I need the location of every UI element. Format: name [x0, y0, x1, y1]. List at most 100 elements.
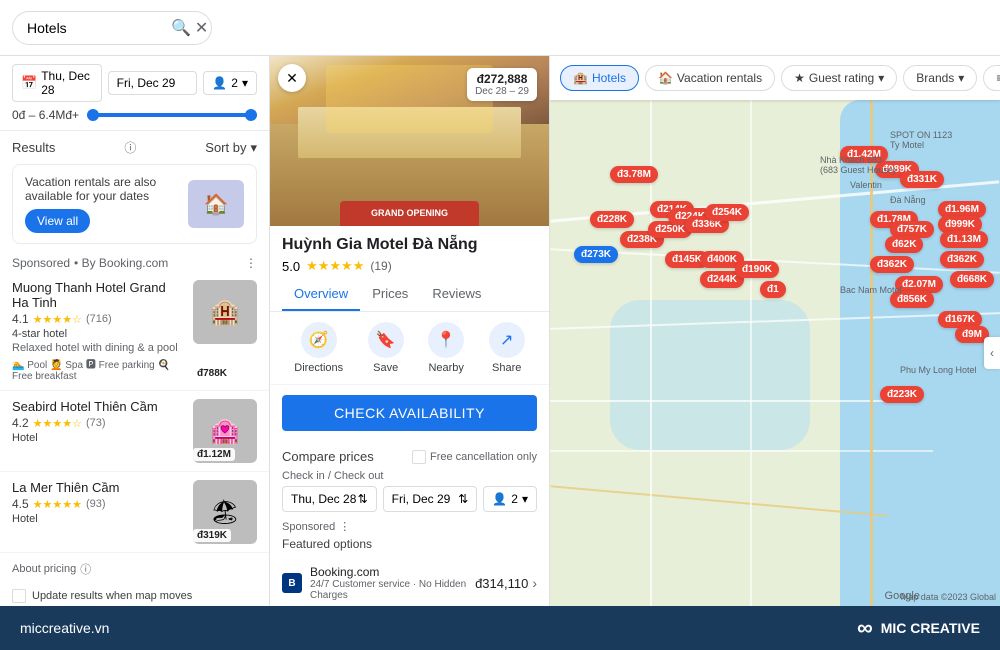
chip-guest-rating[interactable]: ★ Guest rating ▾ — [781, 65, 897, 91]
results-header: Results ⓘ Sort by ▾ — [0, 131, 269, 160]
mic-creative-logo-icon: ∞ — [857, 615, 873, 641]
map-area[interactable]: 🏨 Hotels 🏠 Vacation rentals ★ Guest rati… — [550, 56, 1000, 606]
check-in-picker[interactable]: 📅 Thu, Dec 28 — [12, 64, 102, 102]
search-icon-button[interactable]: 🔍 — [171, 18, 191, 38]
map-marker-25[interactable]: đ668K — [950, 271, 994, 288]
chip-hotels[interactable]: 🏨 Hotels — [560, 65, 639, 91]
price-range-label: 0đ – 6.4Mđ+ — [12, 108, 79, 122]
map-marker-29[interactable]: đ1 — [760, 281, 786, 298]
booking-option-0[interactable]: B Booking.com 24/7 Customer service · No… — [282, 557, 537, 606]
hotel-type-0: 4-star hotel — [12, 328, 185, 340]
compare-guests-input[interactable]: 👤 2 ▾ — [483, 486, 537, 512]
share-label: Share — [492, 362, 521, 374]
free-cancel-checkbox[interactable] — [412, 450, 426, 464]
hotel-rating-0: 4.1 — [12, 312, 29, 326]
tab-prices[interactable]: Prices — [360, 278, 420, 311]
hotel-info-1: Seabird Hotel Thiên Cầm 4.2 ★★★★☆ (73) H… — [12, 399, 185, 463]
update-results-text: Update results when map moves — [32, 590, 192, 602]
nearby-label: Nearby — [428, 362, 463, 374]
hotel-card-2[interactable]: La Mer Thiên Cầm 4.5 ★★★★★ (93) Hotel 🏖 … — [0, 472, 269, 553]
hotel-name-0: Muong Thanh Hotel Grand Ha Tinh — [12, 280, 185, 310]
nearby-action[interactable]: 📍 Nearby — [428, 322, 464, 374]
sponsored-by-text: • By Booking.com — [74, 256, 168, 270]
close-detail-button[interactable]: ✕ — [278, 64, 306, 92]
directions-label: Directions — [294, 362, 343, 374]
map-marker-0[interactable]: đ3.78M — [610, 166, 658, 183]
compare-checkin-input[interactable]: Thu, Dec 28 ⇅ — [282, 486, 377, 512]
chip-brands[interactable]: Brands ▾ — [903, 65, 977, 91]
map-canvas[interactable]: đ3.78Mđ214Kđ228Kđ238Kđ273Kđ250Kđ224Kđ336… — [550, 100, 1000, 606]
hotel-price-badge-2: đ319K — [193, 529, 231, 542]
price-slider-row: 0đ – 6.4Mđ+ — [12, 108, 257, 122]
check-availability-button[interactable]: CHECK AVAILABILITY — [282, 395, 537, 431]
update-results-checkbox[interactable] — [12, 589, 26, 603]
map-marker-30[interactable]: đ62K — [885, 236, 923, 253]
sponsored-text: Sponsored — [282, 521, 335, 533]
chip-vacation-rentals[interactable]: 🏠 Vacation rentals — [645, 65, 775, 91]
sponsored-text: Sponsored — [12, 256, 70, 270]
guests-count: 2 — [231, 76, 238, 90]
hotel-rating-row-0: 4.1 ★★★★☆ (716) — [12, 312, 185, 326]
tab-overview[interactable]: Overview — [282, 278, 360, 311]
save-icon: 🔖 — [368, 322, 404, 358]
detail-stars: ★★★★★ — [306, 258, 364, 274]
booking-logo-0: B — [282, 573, 302, 593]
map-marker-28[interactable]: đ223K — [880, 386, 924, 403]
map-filter-chips: 🏨 Hotels 🏠 Vacation rentals ★ Guest rati… — [550, 56, 1000, 100]
sort-by-button[interactable]: Sort by ▾ — [205, 140, 257, 156]
detail-tabs: Overview Prices Reviews — [270, 278, 549, 312]
slider-thumb-right[interactable] — [245, 109, 257, 121]
map-marker-24[interactable]: đ362K — [940, 251, 984, 268]
hotel-photo: GRAND OPENING đ272,888 Dec 28 – 29 ✕ — [270, 56, 549, 226]
map-marker-15[interactable]: đ331K — [900, 171, 944, 188]
save-action[interactable]: 🔖 Save — [368, 322, 404, 374]
tab-reviews[interactable]: Reviews — [420, 278, 493, 311]
guests-picker[interactable]: 👤 2 ▾ — [203, 71, 257, 95]
hotel-amenities-0: 🏊 Pool 💆 Spa 🅿 Free parking 🍳 Free break… — [12, 356, 185, 382]
featured-options-label: Featured options — [282, 537, 537, 551]
collapse-panel-button[interactable]: ‹ — [984, 337, 1000, 369]
map-marker-8[interactable]: đ254K — [705, 204, 749, 221]
main-layout: 📅 Thu, Dec 28 Fri, Dec 29 👤 2 ▾ 0đ – 6.4… — [0, 56, 1000, 606]
map-data-text: Map data ©2023 Global — [901, 592, 996, 602]
search-wrapper[interactable]: 🔍 ✕ — [12, 11, 212, 45]
check-out-picker[interactable]: Fri, Dec 29 — [108, 71, 198, 95]
brands-chip-label: Brands — [916, 71, 954, 85]
compare-checkout-input[interactable]: Fri, Dec 29 ⇅ — [383, 486, 478, 512]
slider-thumb-left[interactable] — [87, 109, 99, 121]
free-cancel-label: Free cancellation only — [430, 451, 537, 463]
hotel-rating-2: 4.5 — [12, 497, 29, 511]
bottom-domain: miccreative.vn — [20, 620, 109, 636]
vacation-message: Vacation rentals are also available for … — [25, 175, 180, 203]
map-marker-23[interactable]: đ1.13M — [940, 231, 988, 248]
more-options-icon: ⋮ — [245, 256, 257, 270]
chevron-up-down-icon: ⇅ — [458, 492, 468, 506]
hotel-stars-2: ★★★★★ — [33, 498, 82, 511]
hotel-img-0: 🏨 — [193, 280, 257, 344]
hotel-detail-name: Huỳnh Gia Motel Đà Nẵng — [282, 236, 537, 254]
view-all-button[interactable]: View all — [25, 209, 90, 233]
booking-sub-0: 24/7 Customer service · No Hidden Charge… — [310, 579, 475, 601]
clear-search-button[interactable]: ✕ — [195, 18, 208, 38]
map-marker-18[interactable]: đ362K — [870, 256, 914, 273]
more-options-icon: ⋮ — [339, 520, 350, 533]
map-marker-12[interactable]: đ190K — [735, 261, 779, 278]
hotel-card-0[interactable]: Muong Thanh Hotel Grand Ha Tinh 4.1 ★★★★… — [0, 272, 269, 391]
search-input[interactable] — [27, 20, 167, 36]
hotel-desc-0: Relaxed hotel with dining & a pool — [12, 342, 185, 354]
map-marker-2[interactable]: đ228K — [590, 211, 634, 228]
check-out-date: Fri, Dec 29 — [117, 76, 176, 90]
price-slider[interactable] — [87, 113, 257, 117]
hotel-stars-1: ★★★★☆ — [33, 417, 82, 430]
booking-price-0: đ314,110 — [475, 576, 528, 591]
directions-action[interactable]: 🧭 Directions — [294, 322, 343, 374]
hotel-img-wrapper-2: 🏖 đ319K — [193, 480, 257, 544]
hotel-info-0: Muong Thanh Hotel Grand Ha Tinh 4.1 ★★★★… — [12, 280, 185, 382]
map-marker-4[interactable]: đ273K — [574, 246, 618, 263]
detail-rating-value: 5.0 — [282, 259, 300, 274]
share-action[interactable]: ↗ Share — [489, 322, 525, 374]
chip-all-filters[interactable]: ≡ All filters — [983, 65, 1000, 91]
hotel-price-badge-0: đ788K — [193, 367, 231, 380]
person-icon: 👤 — [212, 76, 227, 90]
hotel-card-1[interactable]: Seabird Hotel Thiên Cầm 4.2 ★★★★☆ (73) H… — [0, 391, 269, 472]
